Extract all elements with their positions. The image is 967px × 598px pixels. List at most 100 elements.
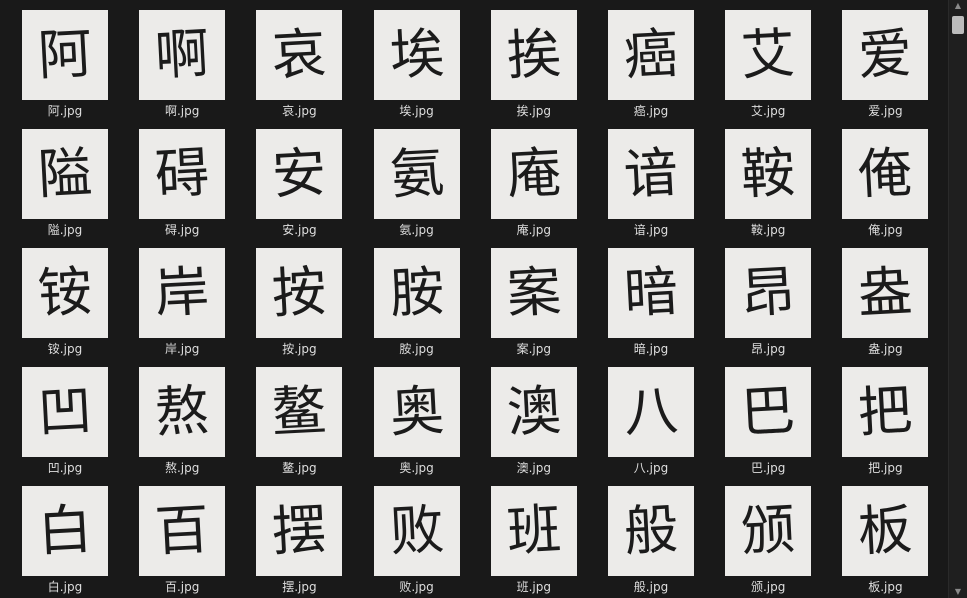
file-item[interactable]: 把把.jpg <box>820 357 937 476</box>
file-item[interactable]: 鞍鞍.jpg <box>703 119 820 238</box>
file-thumbnail-image[interactable]: 挨 <box>490 10 577 100</box>
file-item[interactable]: 爱爱.jpg <box>820 0 937 119</box>
file-thumbnail-image[interactable]: 俺 <box>842 129 929 219</box>
scroll-down-arrow-icon[interactable]: ▼ <box>949 586 967 598</box>
file-item[interactable]: 熬熬.jpg <box>117 357 234 476</box>
file-item[interactable]: 般般.jpg <box>586 476 703 595</box>
file-item[interactable]: 昂昂.jpg <box>703 238 820 357</box>
file-thumbnail-image[interactable]: 般 <box>608 486 694 576</box>
file-name-label[interactable]: 败.jpg <box>352 580 482 594</box>
file-item[interactable]: 哀哀.jpg <box>234 0 351 119</box>
file-thumbnail-image[interactable]: 胺 <box>373 248 460 338</box>
file-item[interactable]: 败败.jpg <box>352 476 469 595</box>
file-thumbnail-image[interactable]: 盎 <box>842 248 929 338</box>
file-name-label[interactable]: 白.jpg <box>0 580 130 594</box>
file-item[interactable]: 暗暗.jpg <box>586 238 703 357</box>
file-thumbnail-image[interactable]: 鳌 <box>256 367 343 457</box>
file-thumbnail-image[interactable]: 隘 <box>22 129 108 219</box>
file-name-label[interactable]: 八.jpg <box>586 461 716 475</box>
file-item[interactable]: 谙谙.jpg <box>586 119 703 238</box>
file-thumbnail-image[interactable]: 摆 <box>256 486 343 576</box>
file-name-label[interactable]: 碍.jpg <box>117 223 247 237</box>
file-name-label[interactable]: 颁.jpg <box>703 580 833 594</box>
file-thumbnail-image[interactable]: 啊 <box>139 10 226 100</box>
file-item[interactable]: 氨氨.jpg <box>352 119 469 238</box>
file-name-label[interactable]: 摆.jpg <box>234 580 364 594</box>
scroll-up-arrow-icon[interactable]: ▲ <box>949 0 967 12</box>
file-thumbnail-image[interactable]: 奥 <box>373 367 460 457</box>
file-thumbnail-image[interactable]: 安 <box>256 129 343 219</box>
file-item[interactable]: 癌癌.jpg <box>586 0 703 119</box>
file-thumbnail-image[interactable]: 澳 <box>490 367 577 457</box>
file-item[interactable]: 八八.jpg <box>586 357 703 476</box>
file-name-label[interactable]: 胺.jpg <box>352 342 482 356</box>
file-thumbnail-image[interactable]: 艾 <box>725 10 812 100</box>
file-item[interactable]: 庵庵.jpg <box>469 119 586 238</box>
file-item[interactable]: 巴巴.jpg <box>703 357 820 476</box>
file-name-label[interactable]: 把.jpg <box>820 461 950 475</box>
file-thumbnail-image[interactable]: 昂 <box>725 248 812 338</box>
file-name-label[interactable]: 庵.jpg <box>469 223 599 237</box>
file-thumbnail-image[interactable]: 鞍 <box>725 129 812 219</box>
file-thumbnail-image[interactable]: 氨 <box>373 129 460 219</box>
file-thumbnail-image[interactable]: 板 <box>842 486 929 576</box>
file-thumbnail-image[interactable]: 凹 <box>22 367 108 457</box>
file-thumbnail-image[interactable]: 铵 <box>22 248 108 338</box>
file-item[interactable]: 胺胺.jpg <box>352 238 469 357</box>
file-name-label[interactable]: 百.jpg <box>117 580 247 594</box>
file-item[interactable]: 啊啊.jpg <box>117 0 234 119</box>
file-thumbnail-image[interactable]: 把 <box>842 367 929 457</box>
file-thumbnail-image[interactable]: 哀 <box>256 10 343 100</box>
file-name-label[interactable]: 氨.jpg <box>352 223 482 237</box>
file-item[interactable]: 凹凹.jpg <box>0 357 117 476</box>
file-name-label[interactable]: 隘.jpg <box>0 223 130 237</box>
file-name-label[interactable]: 挨.jpg <box>469 104 599 118</box>
file-name-label[interactable]: 鳌.jpg <box>234 461 364 475</box>
file-name-label[interactable]: 癌.jpg <box>586 104 716 118</box>
file-name-label[interactable]: 阿.jpg <box>0 104 130 118</box>
file-thumbnail-image[interactable]: 埃 <box>373 10 460 100</box>
file-item[interactable]: 埃埃.jpg <box>352 0 469 119</box>
file-item[interactable]: 盎盎.jpg <box>820 238 937 357</box>
file-name-label[interactable]: 暗.jpg <box>586 342 716 356</box>
file-item[interactable]: 白白.jpg <box>0 476 117 595</box>
file-name-label[interactable]: 爱.jpg <box>820 104 950 118</box>
file-thumbnail-image[interactable]: 庵 <box>490 129 577 219</box>
file-name-label[interactable]: 艾.jpg <box>703 104 833 118</box>
file-name-label[interactable]: 按.jpg <box>234 342 364 356</box>
file-name-label[interactable]: 奥.jpg <box>352 461 482 475</box>
file-name-label[interactable]: 般.jpg <box>586 580 716 594</box>
file-name-label[interactable]: 巴.jpg <box>703 461 833 475</box>
file-name-label[interactable]: 俺.jpg <box>820 223 950 237</box>
file-item[interactable]: 艾艾.jpg <box>703 0 820 119</box>
file-name-label[interactable]: 案.jpg <box>469 342 599 356</box>
file-item[interactable]: 案案.jpg <box>469 238 586 357</box>
file-name-label[interactable]: 熬.jpg <box>117 461 247 475</box>
file-item[interactable]: 按按.jpg <box>234 238 351 357</box>
file-item[interactable]: 百百.jpg <box>117 476 234 595</box>
file-item[interactable]: 阿阿.jpg <box>0 0 117 119</box>
file-thumbnail-image[interactable]: 百 <box>139 486 226 576</box>
file-name-label[interactable]: 昂.jpg <box>703 342 833 356</box>
file-item[interactable]: 安安.jpg <box>234 119 351 238</box>
file-name-label[interactable]: 板.jpg <box>820 580 950 594</box>
file-name-label[interactable]: 澳.jpg <box>469 461 599 475</box>
vertical-scrollbar[interactable]: ▲ ▼ <box>948 0 967 598</box>
file-name-label[interactable]: 谙.jpg <box>586 223 716 237</box>
file-item[interactable]: 颁颁.jpg <box>703 476 820 595</box>
file-item[interactable]: 碍碍.jpg <box>117 119 234 238</box>
file-thumbnail-image[interactable]: 阿 <box>22 10 108 100</box>
file-item[interactable]: 岸岸.jpg <box>117 238 234 357</box>
file-name-label[interactable]: 埃.jpg <box>352 104 482 118</box>
file-thumbnail-image[interactable]: 谙 <box>608 129 694 219</box>
file-thumbnail-image[interactable]: 班 <box>490 486 577 576</box>
file-thumbnail-image[interactable]: 熬 <box>139 367 226 457</box>
file-item[interactable]: 铵铵.jpg <box>0 238 117 357</box>
file-name-label[interactable]: 铵.jpg <box>0 342 130 356</box>
file-name-label[interactable]: 鞍.jpg <box>703 223 833 237</box>
file-name-label[interactable]: 安.jpg <box>234 223 364 237</box>
file-thumbnail-image[interactable]: 八 <box>608 367 694 457</box>
file-item[interactable]: 隘隘.jpg <box>0 119 117 238</box>
file-item[interactable]: 澳澳.jpg <box>469 357 586 476</box>
file-name-label[interactable]: 凹.jpg <box>0 461 130 475</box>
